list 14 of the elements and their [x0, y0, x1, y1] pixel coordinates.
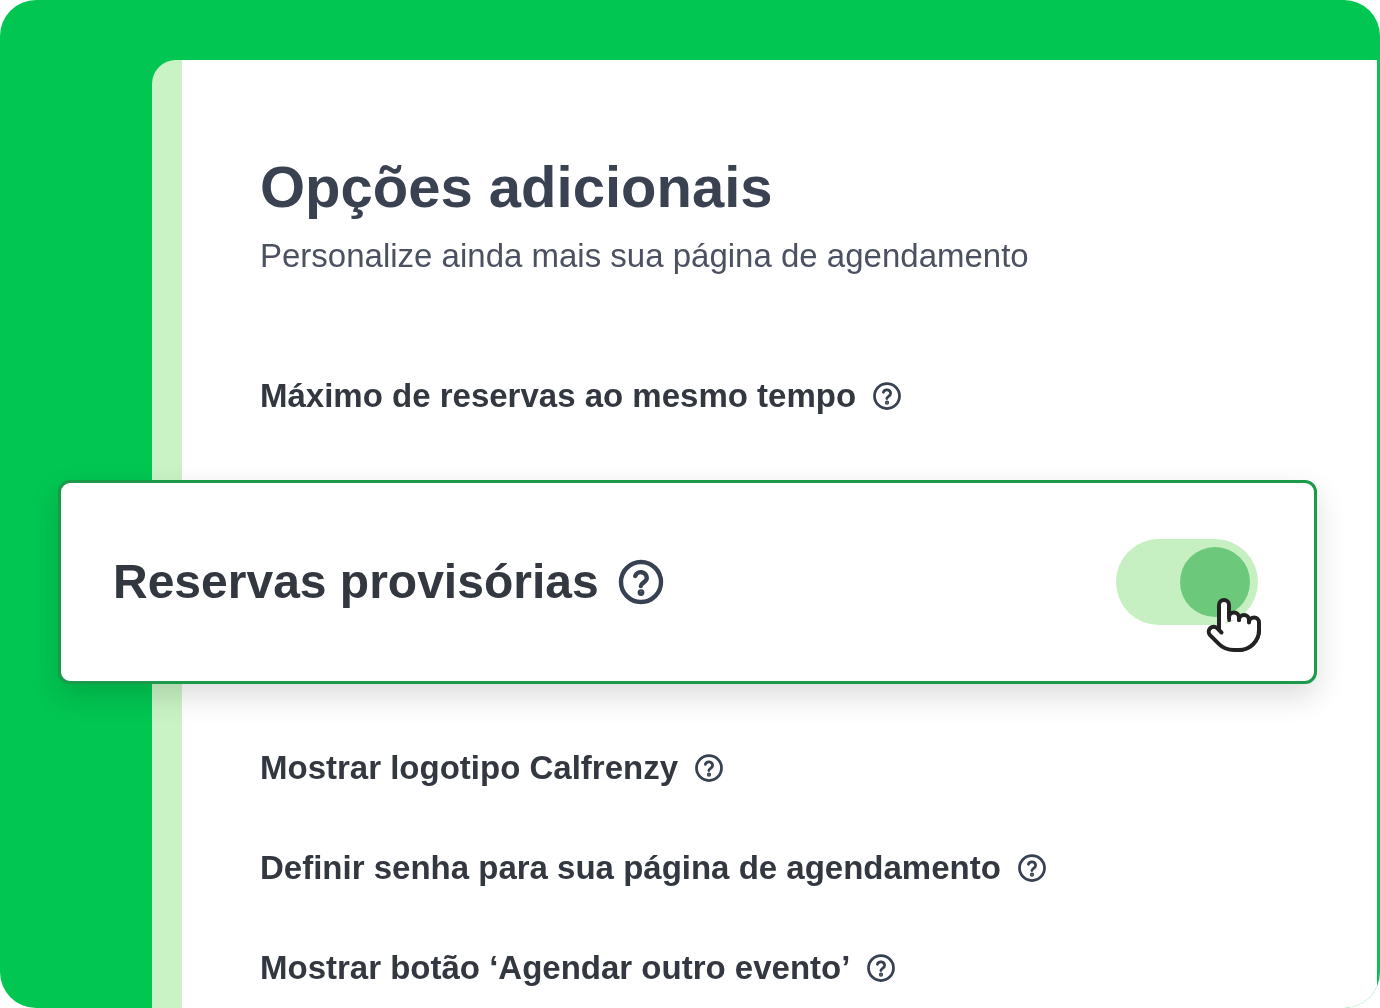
page-subtitle: Personalize ainda mais sua página de agendamento — [260, 236, 1030, 276]
page-title: Opções adicionais — [260, 153, 774, 221]
help-icon[interactable] — [616, 558, 665, 606]
option-label: Definir senha para sua página de agendamento — [260, 848, 1001, 889]
help-icon[interactable] — [694, 753, 725, 783]
option-label: Reservas provisórias — [113, 554, 599, 610]
pointer-icon — [1204, 595, 1264, 655]
option-label: Mostrar botão ‘Agendar outro evento’ — [260, 948, 851, 989]
help-icon[interactable] — [866, 953, 897, 983]
option-label: Máximo de reservas ao mesmo tempo — [260, 376, 857, 417]
help-icon[interactable] — [872, 381, 903, 411]
help-icon[interactable] — [1016, 853, 1047, 883]
option-label: Mostrar logotipo Calfrenzy — [260, 748, 679, 789]
toggle-switch[interactable] — [1116, 539, 1258, 625]
